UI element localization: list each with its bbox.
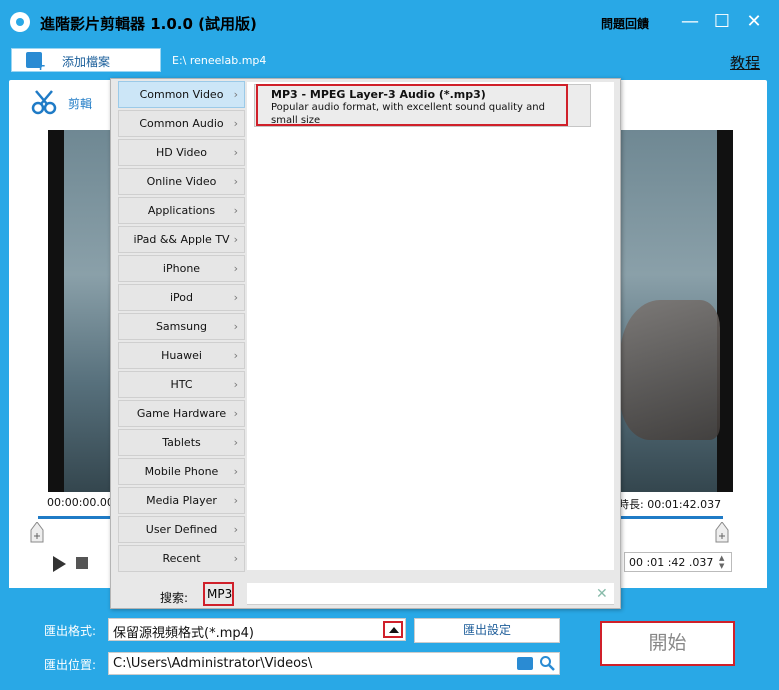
chevron-right-icon: › — [233, 175, 238, 188]
start-button[interactable]: 開始 — [600, 621, 735, 666]
category-item[interactable]: Common Video › — [118, 81, 245, 108]
close-icon[interactable]: ✕ — [740, 8, 768, 36]
category-label: Recent — [162, 552, 201, 565]
tab-edit[interactable]: 剪輯 — [13, 80, 103, 122]
category-label: Common Audio — [139, 117, 224, 130]
spin-arrows-icon[interactable]: ▲ ▼ — [719, 554, 729, 570]
add-file-icon — [26, 52, 46, 74]
chevron-right-icon: › — [233, 88, 238, 101]
chevron-right-icon: › — [233, 146, 238, 159]
category-item[interactable]: HD Video › — [118, 139, 245, 166]
export-location-label: 匯出位置: — [44, 658, 97, 672]
start-button-label: 開始 — [648, 632, 687, 654]
export-format-select[interactable]: 保留源視頻格式(*.mp4) — [108, 618, 406, 641]
folder-icon[interactable] — [517, 657, 533, 670]
export-settings-button[interactable]: 匯出設定 — [414, 618, 560, 643]
chevron-right-icon: › — [233, 436, 238, 449]
category-item[interactable]: Mobile Phone › — [118, 458, 245, 485]
export-location-value: C:\Users\Administrator\Videos\ — [113, 656, 313, 671]
maximize-icon[interactable]: ☐ — [708, 8, 736, 36]
file-path-text: E:\ reneelab.mp4 — [172, 54, 267, 67]
time-spinbox[interactable]: 00 :01 :42 .037 ▲ ▼ — [624, 552, 732, 572]
app-title: 進階影片剪輯器 1.0.0 (試用版) — [40, 15, 257, 33]
search-highlight — [203, 582, 234, 606]
category-label: iPod — [169, 291, 193, 304]
category-item[interactable]: Online Video › — [118, 168, 245, 195]
dropdown-arrow-icon[interactable] — [383, 621, 403, 638]
category-item[interactable]: Game Hardware › — [118, 400, 245, 427]
format-list — [247, 82, 614, 570]
time-spin-value: 00 :01 :42 .037 — [629, 556, 714, 569]
feedback-link[interactable]: 問題回饋 — [601, 15, 649, 32]
category-label: iPhone — [162, 262, 201, 275]
category-label: HTC — [170, 378, 193, 391]
category-label: Mobile Phone — [144, 465, 219, 478]
chevron-right-icon: › — [233, 320, 238, 333]
export-format-value: 保留源視頻格式(*.mp4) — [113, 626, 254, 641]
chevron-right-icon: › — [233, 465, 238, 478]
chevron-right-icon: › — [233, 291, 238, 304]
category-label: Common Video — [139, 88, 224, 101]
trim-end-handle-icon[interactable] — [714, 522, 730, 544]
scissors-icon — [31, 90, 57, 115]
trim-start-handle-icon[interactable] — [29, 522, 45, 544]
category-label: Huawei — [161, 349, 202, 362]
time-duration: 時長: 00:01:42.037 — [618, 498, 722, 511]
stop-icon[interactable] — [76, 557, 88, 569]
category-item[interactable]: Common Audio › — [118, 110, 245, 137]
chevron-right-icon: › — [233, 117, 238, 130]
category-item[interactable]: Samsung › — [118, 313, 245, 340]
chevron-right-icon: › — [233, 378, 238, 391]
category-item[interactable]: iPod › — [118, 284, 245, 311]
search-input[interactable] — [205, 585, 555, 603]
category-label: Online Video — [146, 175, 217, 188]
search-label: 搜索: — [160, 591, 189, 605]
category-label: Media Player — [146, 494, 217, 507]
app-logo-icon — [10, 12, 30, 32]
play-icon[interactable] — [50, 555, 68, 573]
chevron-right-icon: › — [233, 233, 238, 246]
chevron-right-icon: › — [233, 262, 238, 275]
chevron-right-icon: › — [233, 204, 238, 217]
export-location-field[interactable]: C:\Users\Administrator\Videos\ — [108, 652, 560, 675]
add-file-label: 添加檔案 — [62, 55, 111, 69]
category-item[interactable]: Applications › — [118, 197, 245, 224]
video-rock-shape — [620, 300, 720, 440]
tab-edit-label: 剪輯 — [68, 97, 93, 111]
category-item[interactable]: Tablets › — [118, 429, 245, 456]
export-format-label: 匯出格式: — [44, 624, 97, 638]
chevron-right-icon: › — [233, 523, 238, 536]
category-item[interactable]: Huawei › — [118, 342, 245, 369]
search-icon[interactable] — [539, 655, 555, 671]
chevron-right-icon: › — [233, 407, 238, 420]
chevron-right-icon: › — [233, 349, 238, 362]
category-item[interactable]: iPad && Apple TV › — [118, 226, 245, 253]
category-label: Tablets — [162, 436, 201, 449]
format-option-highlight — [256, 84, 568, 126]
category-label: Game Hardware — [136, 407, 227, 420]
category-label: HD Video — [155, 146, 208, 159]
category-item[interactable]: iPhone › — [118, 255, 245, 282]
minimize-icon[interactable]: — — [676, 8, 704, 36]
chevron-right-icon: › — [233, 494, 238, 507]
chevron-right-icon: › — [233, 552, 238, 565]
format-dropdown-popup: Common Video › Common Audio › HD Video › Onlin… — [110, 78, 621, 609]
category-label: Samsung — [155, 320, 208, 333]
category-item[interactable]: Media Player › — [118, 487, 245, 514]
category-item[interactable]: HTC › — [118, 371, 245, 398]
tutorial-link[interactable]: 教程 — [730, 52, 760, 73]
search-clear-icon[interactable]: ✕ — [596, 586, 608, 602]
category-label: iPad && Apple TV — [133, 233, 230, 246]
category-item[interactable]: Recent › — [118, 545, 245, 572]
add-file-button[interactable]: 添加檔案 — [11, 48, 161, 74]
category-label: Applications — [147, 204, 216, 217]
category-label: User Defined — [145, 523, 218, 536]
category-item[interactable]: User Defined › — [118, 516, 245, 543]
